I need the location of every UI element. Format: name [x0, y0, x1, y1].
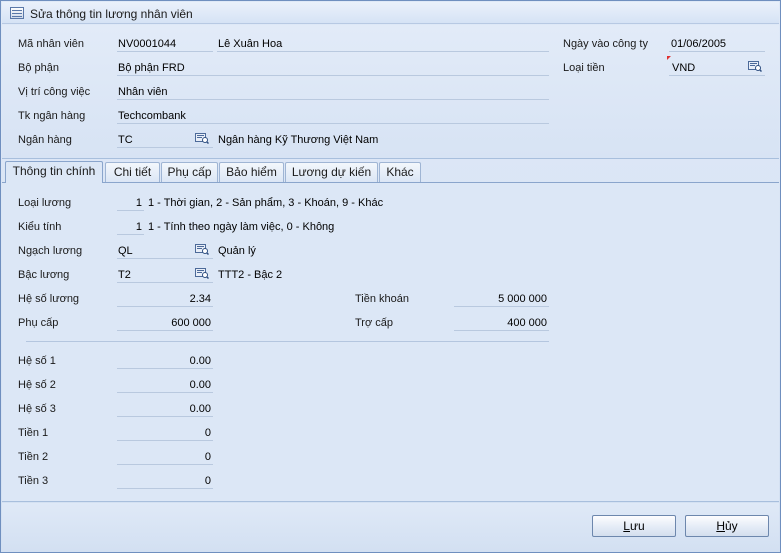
- calc-type-underline: [117, 234, 144, 235]
- tab-main-info[interactable]: Thông tin chính: [5, 161, 103, 183]
- allowance-label: Phụ cấp: [18, 317, 59, 329]
- cancel-button[interactable]: Hủy: [685, 515, 769, 537]
- bank-code-field[interactable]: TC: [118, 134, 133, 146]
- tab-allowance[interactable]: Phụ cấp: [161, 162, 218, 182]
- lump-sum-underline: [454, 306, 549, 307]
- bank-label: Ngân hàng: [18, 134, 72, 146]
- tab-strip: Thông tin chính Chi tiết Phụ cấp Bảo hiể…: [2, 161, 779, 183]
- save-button[interactable]: Lưu: [592, 515, 676, 537]
- pay-level-lookup-icon[interactable]: [195, 268, 209, 279]
- coefficient-2-label: Hệ số 2: [18, 379, 56, 391]
- coefficient-1-underline: [117, 368, 213, 369]
- employee-id-label: Mã nhân viên: [18, 38, 85, 50]
- position-underline: [117, 99, 549, 100]
- tab-details[interactable]: Chi tiết: [105, 162, 160, 182]
- tab-other[interactable]: Khác: [379, 162, 421, 182]
- subsidy-label: Trợ cấp: [355, 317, 393, 329]
- lump-sum-label: Tiền khoán: [355, 293, 410, 305]
- calc-type-field[interactable]: 1: [118, 221, 142, 233]
- pay-grade-lookup-icon[interactable]: [195, 244, 209, 255]
- amount-3-underline: [117, 488, 213, 489]
- title-bar: Sửa thông tin lương nhân viên: [2, 2, 779, 24]
- salary-type-underline: [117, 210, 144, 211]
- employee-name: Lê Xuân Hoa: [218, 38, 283, 50]
- coefficient-1-field[interactable]: 0.00: [118, 355, 211, 367]
- pay-grade-label: Ngạch lương: [18, 245, 83, 257]
- edit-salary-window: Sửa thông tin lương nhân viên Mã nhân vi…: [0, 0, 781, 553]
- amount-1-underline: [117, 440, 213, 441]
- amount-2-underline: [117, 464, 213, 465]
- position-label: Vị trí công việc: [18, 86, 91, 98]
- salary-type-hint: 1 - Thời gian, 2 - Sản phẩm, 3 - Khoán, …: [148, 197, 384, 209]
- tab-content-main-info: Loại lương 1 1 - Thời gian, 2 - Sản phẩm…: [2, 182, 779, 502]
- save-hotkey: L: [623, 519, 630, 533]
- window-title: Sửa thông tin lương nhân viên: [30, 7, 193, 21]
- amount-2-label: Tiền 2: [18, 451, 49, 463]
- bank-name: Ngân hàng Kỹ Thương Việt Nam: [218, 134, 379, 146]
- cancel-label: ủy: [724, 519, 738, 533]
- coefficient-3-field[interactable]: 0.00: [118, 403, 211, 415]
- pay-grade-field[interactable]: QL: [118, 245, 133, 257]
- employee-id-field[interactable]: NV0001044: [118, 38, 176, 50]
- allowance-field[interactable]: 600 000: [118, 317, 211, 329]
- bank-lookup-icon[interactable]: [195, 133, 209, 144]
- coefficient-label: Hệ số lương: [18, 293, 80, 305]
- coefficient-2-underline: [117, 392, 213, 393]
- lump-sum-field[interactable]: 5 000 000: [455, 293, 547, 305]
- currency-underline: [669, 75, 765, 76]
- bank-account-field[interactable]: Techcombank: [118, 110, 186, 122]
- department-field[interactable]: Bộ phận FRD: [118, 62, 185, 74]
- salary-type-field[interactable]: 1: [118, 197, 142, 209]
- pay-level-name: TTT2 - Bậc 2: [218, 269, 283, 281]
- coefficient-1-label: Hệ số 1: [18, 355, 56, 367]
- join-date-field[interactable]: 01/06/2005: [671, 38, 726, 50]
- coefficient-field[interactable]: 2.34: [118, 293, 211, 305]
- amount-1-field[interactable]: 0: [118, 427, 211, 439]
- employee-name-underline: [217, 51, 549, 52]
- currency-label: Loại tiền: [563, 62, 605, 74]
- allowance-underline: [117, 330, 213, 331]
- amount-3-field[interactable]: 0: [118, 475, 211, 487]
- dialog-footer: Lưu Hủy: [2, 503, 779, 551]
- required-marker: [667, 56, 671, 60]
- join-date-label: Ngày vào công ty: [563, 38, 648, 50]
- pay-level-field[interactable]: T2: [118, 269, 131, 281]
- coefficient-underline: [117, 306, 213, 307]
- cancel-hotkey: H: [716, 519, 725, 533]
- salary-type-label: Loại lương: [18, 197, 72, 209]
- pay-level-label: Bậc lương: [18, 269, 70, 281]
- join-date-underline: [669, 51, 765, 52]
- calc-type-label: Kiểu tính: [18, 221, 62, 233]
- bank-account-label: Tk ngân hàng: [18, 110, 86, 122]
- pay-level-underline: [117, 282, 213, 283]
- amount-3-label: Tiền 3: [18, 475, 49, 487]
- department-label: Bộ phận: [18, 62, 59, 74]
- coefficient-2-field[interactable]: 0.00: [118, 379, 211, 391]
- pay-grade-name: Quản lý: [218, 245, 256, 257]
- amount-2-field[interactable]: 0: [118, 451, 211, 463]
- coefficient-3-label: Hệ số 3: [18, 403, 56, 415]
- subsidy-underline: [454, 330, 549, 331]
- calc-type-hint: 1 - Tính theo ngày làm việc, 0 - Không: [148, 221, 335, 233]
- currency-field[interactable]: VND: [672, 62, 695, 74]
- department-underline: [117, 75, 549, 76]
- bank-code-underline: [117, 147, 213, 148]
- section-divider: [26, 341, 549, 342]
- form-icon: [10, 7, 24, 19]
- coefficient-3-underline: [117, 416, 213, 417]
- tab-projected-salary[interactable]: Lương dự kiến: [285, 162, 378, 182]
- employee-id-underline: [117, 51, 213, 52]
- currency-lookup-icon[interactable]: [748, 61, 762, 72]
- bank-account-underline: [117, 123, 549, 124]
- pay-grade-underline: [117, 258, 213, 259]
- employee-header-panel: Mã nhân viên NV0001044 Lê Xuân Hoa Ngày …: [2, 25, 779, 159]
- tab-insurance[interactable]: Bảo hiểm: [219, 162, 284, 182]
- position-field[interactable]: Nhân viên: [118, 86, 168, 98]
- subsidy-field[interactable]: 400 000: [455, 317, 547, 329]
- amount-1-label: Tiền 1: [18, 427, 49, 439]
- save-label: ưu: [629, 519, 645, 533]
